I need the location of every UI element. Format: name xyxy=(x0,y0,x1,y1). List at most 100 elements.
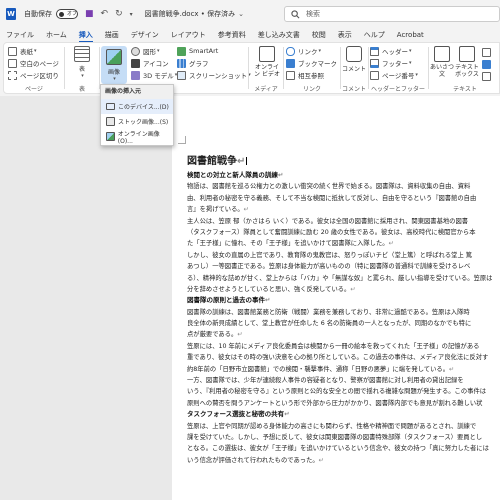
tab-insert[interactable]: 挿入 xyxy=(78,30,93,43)
footer-button[interactable]: フッター ▾ xyxy=(370,57,426,69)
group-media-label: メディア xyxy=(254,86,278,93)
group-table: 表 ▾ 表 xyxy=(67,43,97,95)
paragraph-line: 一方、図書隊では、少年が連続殺人事件の容疑者となり、警察が図書館に対し利用者の貸… xyxy=(187,377,464,385)
paragraph-line: 笠原は、上官や同期が認める身体能力の高さにも関わらず、性格や精神面で問題があると… xyxy=(187,422,477,430)
ribbon-divider xyxy=(428,47,429,89)
group-text: あいさつ文 テキスト ボックス テキスト xyxy=(430,43,500,95)
save-icon[interactable]: ■ xyxy=(85,9,94,19)
paragraph-line: いう信念が評価されて行われたものであった。↵ xyxy=(187,456,324,464)
paragraph-line: （タスクフォース）隊員として奮闘訓練に励む 20 歳の女性である。彼女は、高校時… xyxy=(187,228,476,236)
margin-corner-mark xyxy=(178,136,186,144)
wordart-icon[interactable] xyxy=(482,58,494,70)
video-icon xyxy=(259,46,275,62)
document-body[interactable]: 図書館戦争↵ 検閲との対立と新人隊員の訓練↵ 物語は、図書館を巡る公権力との激しい… xyxy=(187,152,500,466)
cube-icon xyxy=(131,70,140,80)
paragraph-line: 分を辞めさせようとしていると思い、強く反発している。↵ xyxy=(187,285,356,293)
group-header-footer-label: ヘッダーとフッター xyxy=(370,86,425,93)
online-pictures-icon xyxy=(106,132,115,141)
document-heading: 図書館戦争↵ xyxy=(187,156,248,167)
menu-item-this-device[interactable]: このデバイス...(D) xyxy=(101,99,173,114)
bookmark-icon xyxy=(286,58,295,68)
tab-file[interactable]: ファイル xyxy=(6,30,34,40)
tab-view[interactable]: 表示 xyxy=(338,30,352,40)
group-text-label: テキスト xyxy=(453,86,477,93)
chart-icon xyxy=(177,58,186,68)
ribbon-divider xyxy=(64,47,65,89)
header-button[interactable]: ヘッダー ▾ xyxy=(370,45,426,57)
ribbon-divider xyxy=(248,47,249,89)
group-pages-label: ページ xyxy=(25,86,43,93)
page-number-button[interactable]: ページ番号 ▾ xyxy=(370,69,426,81)
group-table-label: 表 xyxy=(78,86,85,93)
section-heading: 図書隊の原則と過去の事件↵ xyxy=(187,296,271,305)
group-media: オンライン ビデオ メディア xyxy=(251,43,281,95)
blank-page-button[interactable]: 空白のページ xyxy=(8,57,60,69)
page-break-button[interactable]: ページ区切り xyxy=(8,69,60,81)
document-area: 図書館戦争↵ 検閲との対立と新人隊員の訓練↵ 物語は、図書館を巡る公権力との激しい… xyxy=(0,96,500,500)
cross-reference-button[interactable]: 相互参照 xyxy=(286,69,338,81)
group-header-footer: ヘッダー ▾ フッター ▾ ページ番号 ▾ ヘッダーとフッター xyxy=(370,43,426,95)
menu-item-stock-images[interactable]: ストック画像...(S) xyxy=(101,114,173,129)
greeting-button[interactable]: あいさつ文 xyxy=(430,46,454,78)
3d-models-button[interactable]: 3D モデル ▾ xyxy=(131,69,177,81)
cross-reference-icon xyxy=(286,70,295,80)
paragraph-line: あつし）一等図書正である。笠原は身体能力が高いものの（特に図書隊の普通科で訓練を… xyxy=(187,263,471,271)
menu-item-online-pictures[interactable]: オンライン画像(O)... xyxy=(101,129,173,145)
table-button[interactable]: 表 ▾ xyxy=(69,46,95,79)
screenshot-icon xyxy=(177,70,186,80)
insert-picture-menu-header: 画像の挿入元 xyxy=(101,85,173,99)
page-break-icon xyxy=(8,70,17,80)
tab-home[interactable]: ホーム xyxy=(46,30,67,40)
paragraph-line: 点が厳要である。↵ xyxy=(187,331,243,339)
tab-references[interactable]: 参考資料 xyxy=(218,30,246,40)
icons-button[interactable]: アイコン xyxy=(131,57,177,69)
ribbon-divider xyxy=(283,47,284,89)
tab-design[interactable]: デザイン xyxy=(131,30,159,40)
document-page[interactable]: 図書館戦争↵ 検閲との対立と新人隊員の訓練↵ 物語は、図書館を巡る公権力との激しい… xyxy=(172,96,500,500)
paragraph-line: 重であり、彼女はその時の強い決意を心の拠り所としている。この過去の事件は、メディ… xyxy=(187,354,489,362)
ribbon-divider xyxy=(368,47,369,89)
link-button[interactable]: リンク ▾ xyxy=(286,45,338,57)
cover-page-button[interactable]: 表紙 ▾ xyxy=(8,45,60,57)
section-heading: 検閲との対立と新人隊員の訓練↵ xyxy=(187,171,284,179)
search-placeholder: 検索 xyxy=(306,10,320,18)
quick-parts-icon[interactable] xyxy=(482,46,494,58)
bookmark-button[interactable]: ブックマーク xyxy=(286,57,338,69)
table-icon xyxy=(74,46,90,62)
online-video-button[interactable]: オンライン ビデオ xyxy=(253,46,281,78)
tab-mailings[interactable]: 差し込み文書 xyxy=(258,30,300,40)
tab-help[interactable]: ヘルプ xyxy=(364,30,385,40)
footer-icon xyxy=(370,58,379,68)
undo-icon[interactable]: ↶ xyxy=(101,9,109,19)
greeting-icon xyxy=(434,46,450,62)
smartart-icon xyxy=(177,46,186,56)
tab-acrobat[interactable]: Acrobat xyxy=(397,31,424,39)
drop-cap-icon[interactable] xyxy=(482,70,494,82)
autosave-toggle[interactable]: オフ xyxy=(56,9,78,19)
text-box-button[interactable]: テキスト ボックス xyxy=(454,46,480,78)
group-links-label: リンク xyxy=(302,86,321,93)
screenshot-button[interactable]: スクリーンショット ▾ xyxy=(177,69,251,81)
search-icon xyxy=(291,9,300,18)
group-links: リンク ▾ ブックマーク 相互参照 リンク xyxy=(286,43,338,95)
paragraph-line: る）、精神的な詰めが甘く、堂上からは「バカ」や「無謀な奴」と罵られ、厳しい指導を… xyxy=(187,274,493,282)
comment-button[interactable]: コメント xyxy=(342,46,366,73)
title-dropdown-icon[interactable]: ⌄ xyxy=(238,10,244,18)
insert-picture-menu: 画像の挿入元 このデバイス...(D) ストック画像...(S) オンライン画像… xyxy=(100,84,174,146)
text-cursor xyxy=(246,157,248,165)
tab-layout[interactable]: レイアウト xyxy=(171,30,206,40)
smartart-button[interactable]: SmartArt xyxy=(177,45,251,57)
group-comments-label: コメント xyxy=(342,86,367,93)
paragraph-line: 由、利用者の秘密を守る義務、そして不当な検閲に抵抗して反対し、自由を守るという『… xyxy=(187,194,477,202)
autosave-toggle-state: オフ xyxy=(67,11,78,17)
tab-review[interactable]: 校閲 xyxy=(312,30,326,40)
header-icon xyxy=(370,46,379,56)
redo-icon[interactable]: ↻ xyxy=(115,9,123,19)
computer-icon xyxy=(106,103,115,110)
chart-button[interactable]: グラフ xyxy=(177,57,251,69)
picture-button[interactable]: 画像 ▾ xyxy=(101,46,127,84)
customize-qat-icon[interactable]: ▾ xyxy=(130,11,133,18)
shapes-button[interactable]: 図形 ▾ xyxy=(131,45,177,57)
tab-draw[interactable]: 描画 xyxy=(105,30,119,40)
search-box[interactable]: 検索 xyxy=(284,6,500,22)
